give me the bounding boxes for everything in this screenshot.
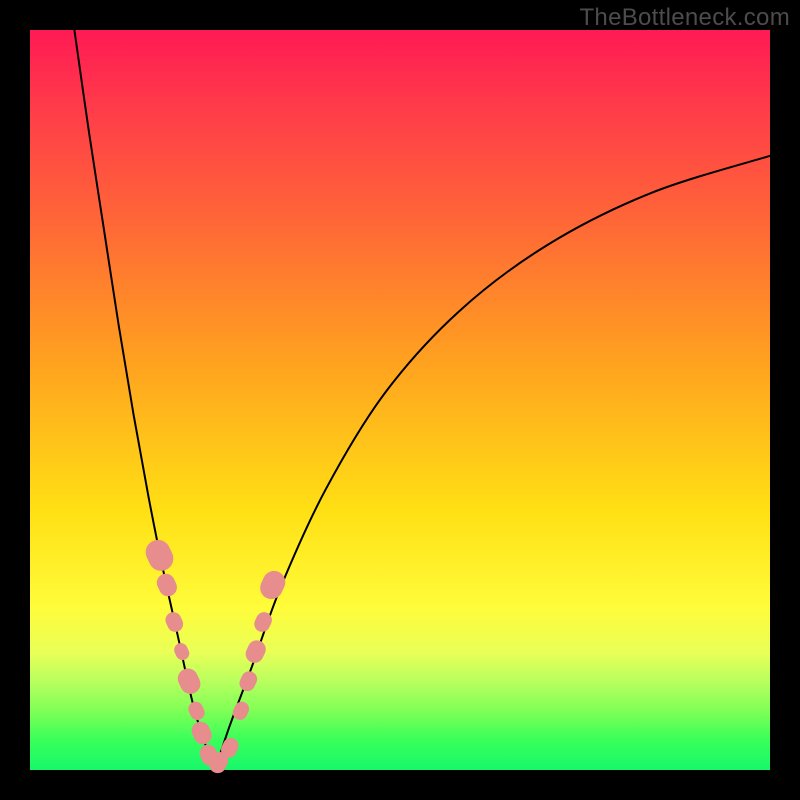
marker xyxy=(154,571,180,599)
curve-right xyxy=(215,156,770,770)
chart-svg xyxy=(30,30,770,770)
marker xyxy=(172,641,192,662)
marker xyxy=(256,567,289,603)
plot-area xyxy=(30,30,770,770)
chart-frame: TheBottleneck.com xyxy=(0,0,800,800)
marker xyxy=(237,669,260,694)
marker xyxy=(186,699,207,722)
marker xyxy=(142,536,178,575)
curve-left-path xyxy=(74,30,215,770)
curve-right-path xyxy=(215,156,770,770)
marker xyxy=(230,699,251,722)
marker xyxy=(243,637,269,665)
marker xyxy=(163,610,186,635)
watermark-text: TheBottleneck.com xyxy=(579,4,790,32)
curve-left xyxy=(74,30,215,770)
marker xyxy=(174,665,203,697)
marker xyxy=(189,719,215,747)
